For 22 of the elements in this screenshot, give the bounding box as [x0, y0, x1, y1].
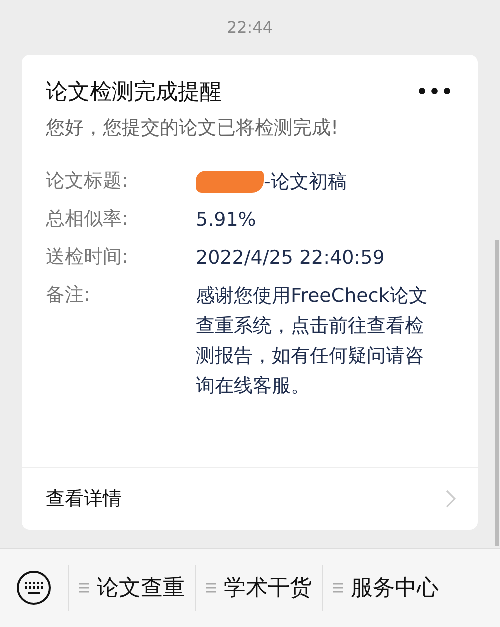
field-label: 送检时间:: [46, 245, 130, 270]
field-label: 备注:: [46, 283, 92, 308]
field-label: 论文标题:: [46, 169, 130, 194]
field-value: 感谢您使用FreeCheck论文查重系统，点击前往查看检测报告，如有任何疑问请咨询在线客服。: [196, 284, 429, 399]
menu-tab[interactable]: 学术干货: [196, 565, 323, 611]
keyboard-icon[interactable]: [16, 570, 52, 606]
list-icon: [206, 582, 216, 594]
scrollbar[interactable]: [495, 240, 499, 546]
menu-tab[interactable]: 论文查重: [69, 565, 196, 611]
menu-tab[interactable]: 服务中心: [323, 565, 449, 611]
card-title: 论文检测完成提醒: [46, 79, 222, 107]
chevron-right-icon: [446, 490, 456, 508]
more-menu-button[interactable]: •••: [416, 82, 454, 102]
details-link[interactable]: 查看详情: [46, 486, 122, 512]
card-subtitle: 您好，您提交的论文已将检测完成!: [45, 116, 340, 141]
field-value: -论文初稿: [264, 170, 347, 195]
list-icon: [333, 582, 343, 594]
field-label: 总相似率:: [46, 207, 130, 232]
field-value: 2022/4/25 22:40:59: [196, 246, 386, 271]
timestamp: 22:44: [226, 17, 274, 37]
field-value: 5.91%: [196, 208, 258, 233]
list-icon: [79, 582, 89, 594]
